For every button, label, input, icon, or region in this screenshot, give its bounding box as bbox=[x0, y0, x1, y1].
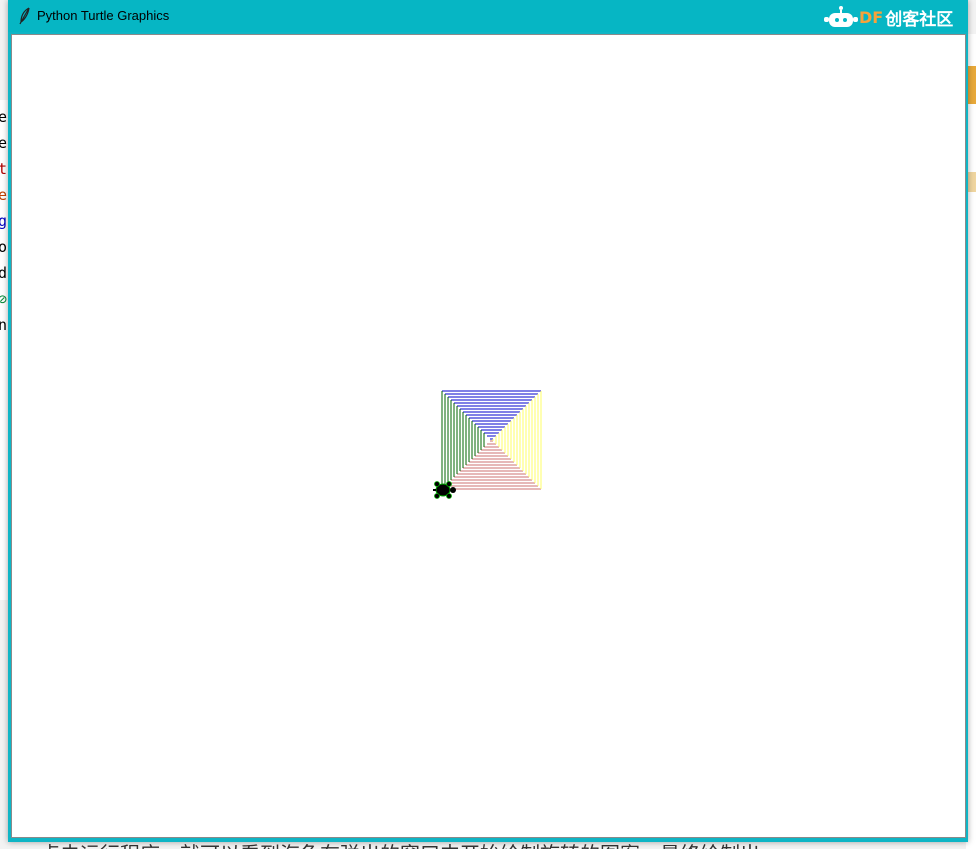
screen: eetegod⊘n 点击运行程序，就可以看到海龟在弹出的窗口中开始绘制旋转的图案… bbox=[0, 0, 976, 849]
background-glyph: ⊘ bbox=[0, 290, 8, 308]
turtle-drawing bbox=[433, 390, 542, 499]
background-glyph: n bbox=[0, 316, 8, 334]
window-title: Python Turtle Graphics bbox=[37, 8, 170, 23]
watermark-logo: DF 创客社区 bbox=[823, 4, 953, 30]
turtle-icon bbox=[433, 481, 456, 499]
robot-icon bbox=[824, 6, 858, 27]
feather-icon bbox=[19, 7, 30, 25]
background-glyph: e bbox=[0, 134, 8, 152]
turtle-canvas-frame[interactable] bbox=[11, 34, 966, 838]
title-bar[interactable]: Python Turtle Graphics DF 创客社区 bbox=[8, 0, 968, 32]
turtle-window[interactable]: Python Turtle Graphics DF 创客社区 bbox=[8, 0, 968, 842]
background-glyph: d bbox=[0, 264, 8, 282]
watermark-text: 创客社区 bbox=[885, 9, 954, 30]
background-glyph: t bbox=[0, 160, 8, 178]
watermark-prefix: DF bbox=[859, 7, 884, 27]
background-glyph: e bbox=[0, 186, 8, 204]
background-glyph: o bbox=[0, 238, 8, 256]
background-glyph: e bbox=[0, 108, 8, 126]
background-glyph: g bbox=[0, 212, 8, 230]
